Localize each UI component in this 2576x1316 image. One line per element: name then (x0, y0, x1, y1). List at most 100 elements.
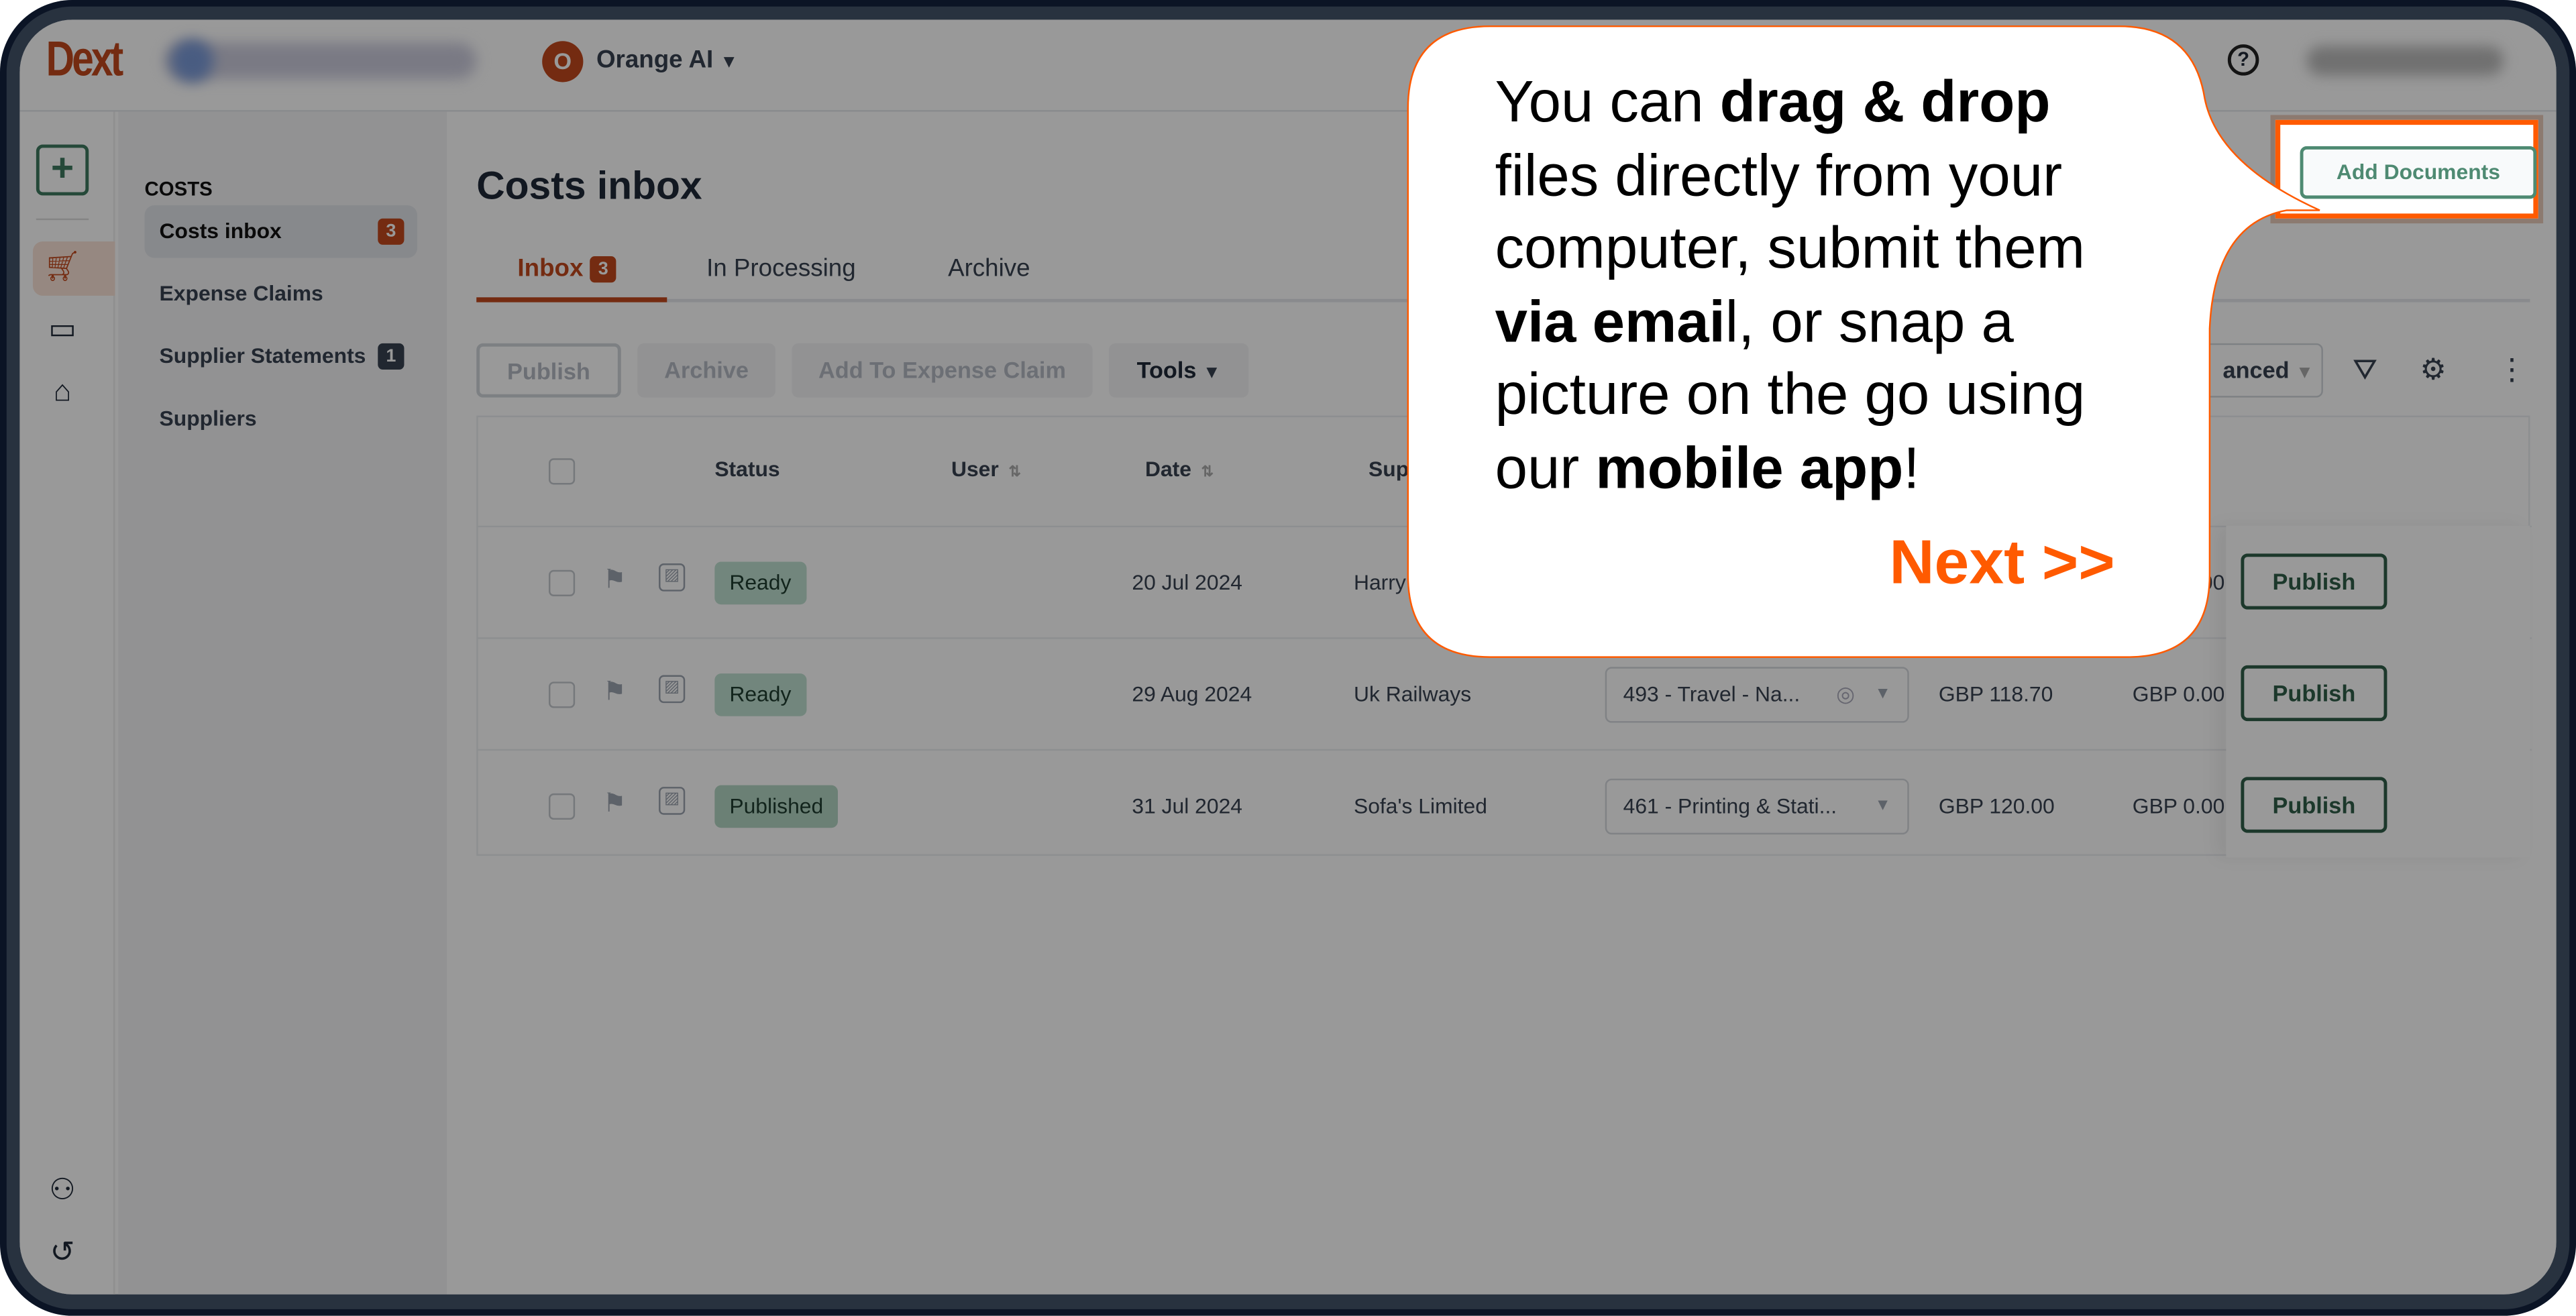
sort-icon: ⇅ (1201, 463, 1214, 480)
column-header-date[interactable]: Date ⇅ (1145, 457, 1214, 482)
costs-sidebar: COSTS Costs inbox 3 Expense Claims Suppli… (118, 111, 447, 1295)
supplier-cell: Sofa's Limited (1353, 793, 1487, 818)
caret-down-icon: ▼ (1874, 685, 1891, 704)
view-label: anced (2222, 356, 2290, 383)
question-circle-icon[interactable]: ? (2227, 44, 2259, 76)
flag-icon[interactable]: ⚑ (603, 675, 627, 708)
image-icon[interactable]: ▨ (659, 675, 686, 704)
tax-cell: GBP 0.00 (2132, 681, 2225, 707)
supplier-cell: Uk Railways (1353, 681, 1472, 707)
user-menu-blurred[interactable] (2306, 46, 2504, 76)
tools-label: Tools (1136, 356, 1197, 383)
dext-logo[interactable]: Dext (46, 33, 124, 89)
count-badge: 3 (590, 256, 616, 283)
header-label: Date (1144, 456, 1191, 482)
sidebar-item-suppliers[interactable]: Suppliers (145, 392, 418, 445)
tools-dropdown[interactable]: Tools ▼ (1109, 343, 1249, 398)
sort-icon: ⇅ (1008, 463, 1021, 480)
add-documents-button[interactable]: Add Documents (2300, 146, 2537, 199)
tooltip-line: via email, or snap a (1495, 286, 2086, 359)
tooltip-segment: computer, submit them (1495, 215, 2086, 282)
plus-icon[interactable]: + (36, 144, 89, 196)
column-header-user[interactable]: User ⇅ (951, 457, 1021, 482)
status-badge: Published (714, 785, 839, 828)
tooltip-segment: l, or snap a (1725, 288, 2014, 355)
date-cell: 31 Jul 2024 (1132, 793, 1243, 818)
view-dropdown[interactable]: anced ▼ (2155, 343, 2323, 398)
tooltip-line: You can drag & drop (1495, 66, 2086, 139)
row-checkbox[interactable] (548, 569, 576, 596)
sidebar-item-label: Expense Claims (159, 280, 323, 306)
org-switcher[interactable]: Orange AI ▼ (596, 46, 738, 74)
category-select[interactable]: 461 - Printing & Stati... ▼ (1605, 778, 1909, 835)
caret-down-icon: ▼ (1203, 363, 1221, 383)
category-value: 493 - Travel - Na... (1623, 681, 1801, 707)
select-all-checkbox[interactable] (548, 458, 576, 485)
tooltip-emphasis: mobile app (1595, 435, 1904, 501)
tooltip-segment: picture on the go using (1495, 362, 2086, 428)
status-badge: Ready (714, 673, 806, 716)
bank-icon[interactable]: ⌂ (41, 374, 84, 408)
image-icon[interactable]: ▨ (659, 787, 686, 815)
sidebar-item-label: Supplier Statements (159, 343, 366, 368)
row-publish-button[interactable]: Publish (2241, 553, 2387, 610)
spotlight-highlight: Add Documents (2270, 115, 2544, 224)
row-publish-button[interactable]: Publish (2241, 777, 2387, 833)
caret-down-icon: ▼ (720, 52, 739, 72)
gear-icon[interactable]: ⚙ (2420, 353, 2447, 388)
row-checkbox[interactable] (548, 681, 576, 708)
category-select[interactable]: 493 - Travel - Na... ◎ ▼ (1605, 667, 1909, 723)
sidebar-item-expense-claims[interactable]: Expense Claims (145, 268, 418, 320)
page-title: Costs inbox (476, 164, 702, 209)
status-badge: Ready (714, 561, 806, 605)
publish-button[interactable]: Publish (476, 343, 621, 398)
tooltip-line: picture on the go using (1495, 359, 2086, 432)
org-name: Orange AI (596, 46, 714, 74)
column-header-status: Status (714, 456, 780, 482)
tax-cell: GBP 0.00 (2132, 569, 2225, 595)
tooltip-line: our mobile app! (1495, 432, 2086, 505)
tab-inbox[interactable]: Inbox 3 (517, 243, 616, 295)
history-icon[interactable]: ↺ (41, 1236, 84, 1270)
tooltip-segment: You can (1495, 68, 1720, 135)
tooltip-segment: our (1495, 435, 1596, 501)
tab-in-processing[interactable]: In Processing (706, 243, 856, 295)
org-avatar[interactable]: O (542, 41, 584, 83)
column-header-supplier: Sup (1368, 456, 1409, 482)
tooltip-emphasis: drag & drop (1719, 68, 2051, 135)
divider (36, 218, 89, 221)
image-icon[interactable]: ▨ (659, 563, 686, 592)
add-to-expense-claim-button[interactable]: Add To Expense Claim (792, 343, 1093, 398)
icon-rail: + 🛒︎ ▭ ⌂ ⚇ ↺ (19, 111, 115, 1295)
users-icon[interactable]: ⚇ (41, 1173, 84, 1207)
wallet-icon[interactable]: ▭ (41, 312, 84, 346)
count-badge: 3 (378, 218, 405, 245)
row-checkbox[interactable] (548, 793, 576, 820)
table-row[interactable]: ⚑ ▨ Ready 20 Jul 2024 Harry GBP 0.00 (478, 525, 2532, 638)
more-vertical-icon[interactable]: ⋮ (2497, 353, 2526, 388)
archive-button[interactable]: Archive (637, 343, 775, 398)
amount-cell: GBP 118.70 (1938, 681, 2053, 707)
flag-icon[interactable]: ⚑ (603, 563, 627, 596)
table-row[interactable]: ⚑ ▨ Ready 29 Aug 2024 Uk Railways 493 - … (478, 637, 2532, 749)
cart-icon[interactable]: 🛒︎ (41, 250, 84, 284)
sidebar-item-supplier-statements[interactable]: Supplier Statements 1 (145, 330, 418, 382)
actions-column: Publish Publish Publish (2226, 525, 2530, 858)
filter-icon[interactable]: ⛛ (2353, 353, 2377, 388)
date-cell: 29 Aug 2024 (1132, 681, 1252, 707)
tooltip-text: You can drag & drop files directly from y… (1495, 66, 2086, 505)
table-row[interactable]: ⚑ ▨ Published 31 Jul 2024 Sofa's Limited… (478, 749, 2532, 861)
next-button[interactable]: Next >> (1889, 529, 2114, 600)
tab-label: Inbox (517, 254, 584, 283)
tab-archive[interactable]: Archive (948, 243, 1030, 295)
sidebar-item-label: Costs inbox (159, 218, 282, 243)
sidebar-item-costs-inbox[interactable]: Costs inbox 3 (144, 205, 418, 258)
caret-down-icon: ▼ (2296, 363, 2314, 383)
sidebar-item-label: Suppliers (159, 405, 257, 431)
top-bar: Dext O Orange AI ▼ ? (19, 19, 2557, 112)
row-publish-button[interactable]: Publish (2241, 665, 2387, 722)
flag-icon[interactable]: ⚑ (603, 787, 627, 820)
count-badge: 1 (378, 343, 405, 370)
tooltip-line: computer, submit them (1495, 212, 2086, 285)
account-avatar (170, 39, 214, 83)
